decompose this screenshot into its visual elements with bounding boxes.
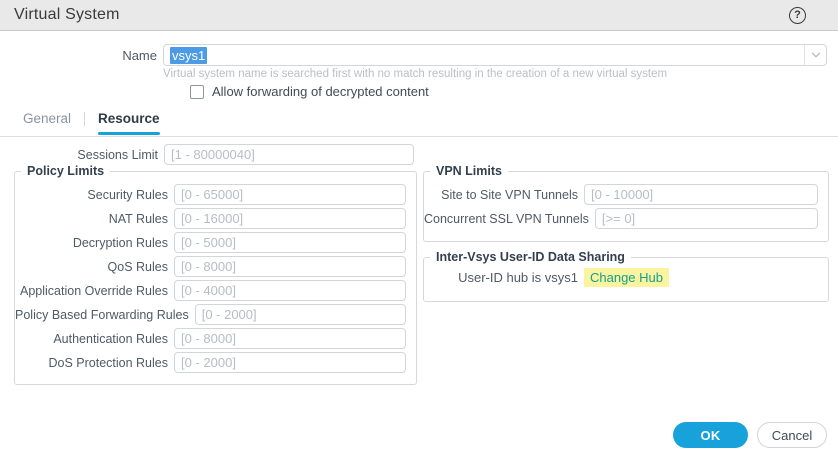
name-hint-text: Virtual system name is searched first wi… bbox=[163, 68, 667, 80]
nat-rules-row: NAT Rules bbox=[15, 208, 406, 229]
application-override-rules-input[interactable] bbox=[174, 280, 406, 301]
decrypted-content-checkbox-label: Allow forwarding of decrypted content bbox=[212, 84, 429, 99]
nat-rules-input[interactable] bbox=[174, 208, 406, 229]
sessions-limit-row: Sessions Limit bbox=[0, 144, 414, 165]
name-combobox[interactable]: vsys1 bbox=[163, 44, 827, 66]
site-to-site-vpn-input[interactable] bbox=[584, 184, 818, 205]
user-id-hub-text: User-ID hub is vsys1 bbox=[424, 270, 578, 285]
dos-protection-rules-label: DoS Protection Rules bbox=[15, 356, 168, 370]
qos-rules-label: QoS Rules bbox=[15, 260, 168, 274]
authentication-rules-input[interactable] bbox=[174, 328, 406, 349]
security-rules-label: Security Rules bbox=[15, 188, 168, 202]
qos-rules-row: QoS Rules bbox=[15, 256, 406, 277]
sessions-limit-label: Sessions Limit bbox=[0, 148, 158, 162]
user-id-hub-row: User-ID hub is vsys1 Change Hub bbox=[424, 268, 818, 287]
policy-based-forwarding-rules-input[interactable] bbox=[195, 304, 406, 325]
decrypted-content-checkbox-row[interactable]: Allow forwarding of decrypted content bbox=[190, 84, 429, 99]
concurrent-ssl-vpn-input[interactable] bbox=[595, 208, 818, 229]
policy-based-forwarding-rules-label: Policy Based Forwarding Rules bbox=[15, 308, 189, 322]
vpn-limits-fieldset: VPN Limits Site to Site VPN Tunnels Conc… bbox=[423, 164, 829, 242]
sessions-limit-input[interactable] bbox=[164, 144, 414, 165]
site-to-site-vpn-label: Site to Site VPN Tunnels bbox=[424, 188, 578, 202]
name-dropdown-trigger[interactable] bbox=[804, 45, 826, 65]
policy-limits-fieldset: Policy Limits Security Rules NAT Rules D… bbox=[14, 164, 417, 385]
name-value-area[interactable]: vsys1 bbox=[164, 45, 804, 65]
application-override-rules-row: Application Override Rules bbox=[15, 280, 406, 301]
change-hub-link[interactable]: Change Hub bbox=[584, 268, 669, 287]
decrypted-content-checkbox[interactable] bbox=[190, 85, 204, 99]
tab-divider bbox=[84, 112, 85, 126]
policy-limits-legend: Policy Limits bbox=[21, 164, 110, 178]
user-id-sharing-fieldset: Inter-Vsys User-ID Data Sharing User-ID … bbox=[423, 250, 829, 302]
tab-resource[interactable]: Resource bbox=[89, 109, 169, 135]
nat-rules-label: NAT Rules bbox=[15, 212, 168, 226]
tab-underline bbox=[23, 132, 71, 135]
ok-button[interactable]: OK bbox=[673, 422, 748, 448]
dos-protection-rules-row: DoS Protection Rules bbox=[15, 352, 406, 373]
tab-active-underline bbox=[98, 132, 160, 135]
dos-protection-rules-input[interactable] bbox=[174, 352, 406, 373]
help-icon[interactable]: ? bbox=[789, 7, 806, 24]
vpn-limits-legend: VPN Limits bbox=[430, 164, 508, 178]
concurrent-ssl-vpn-label: Concurrent SSL VPN Tunnels bbox=[424, 212, 589, 226]
authentication-rules-row: Authentication Rules bbox=[15, 328, 406, 349]
policy-based-forwarding-rules-row: Policy Based Forwarding Rules bbox=[15, 304, 406, 325]
decryption-rules-label: Decryption Rules bbox=[15, 236, 168, 250]
security-rules-row: Security Rules bbox=[15, 184, 406, 205]
tab-general[interactable]: General bbox=[14, 109, 80, 135]
cancel-button[interactable]: Cancel bbox=[757, 422, 827, 448]
name-value: vsys1 bbox=[170, 47, 207, 64]
name-label: Name bbox=[0, 48, 157, 63]
tab-bar: General Resource bbox=[14, 109, 169, 135]
site-to-site-vpn-row: Site to Site VPN Tunnels bbox=[424, 184, 818, 205]
chevron-down-icon bbox=[810, 49, 822, 61]
decryption-rules-input[interactable] bbox=[174, 232, 406, 253]
concurrent-ssl-vpn-row: Concurrent SSL VPN Tunnels bbox=[424, 208, 818, 229]
tabs-divider-rule bbox=[0, 136, 838, 137]
qos-rules-input[interactable] bbox=[174, 256, 406, 277]
authentication-rules-label: Authentication Rules bbox=[15, 332, 168, 346]
user-id-sharing-legend: Inter-Vsys User-ID Data Sharing bbox=[430, 250, 631, 264]
decryption-rules-row: Decryption Rules bbox=[15, 232, 406, 253]
dialog-header: Virtual System ? bbox=[0, 0, 838, 31]
dialog-title: Virtual System bbox=[14, 6, 120, 24]
tab-general-label: General bbox=[23, 109, 71, 129]
application-override-rules-label: Application Override Rules bbox=[15, 284, 168, 298]
tab-resource-label: Resource bbox=[98, 109, 160, 129]
security-rules-input[interactable] bbox=[174, 184, 406, 205]
